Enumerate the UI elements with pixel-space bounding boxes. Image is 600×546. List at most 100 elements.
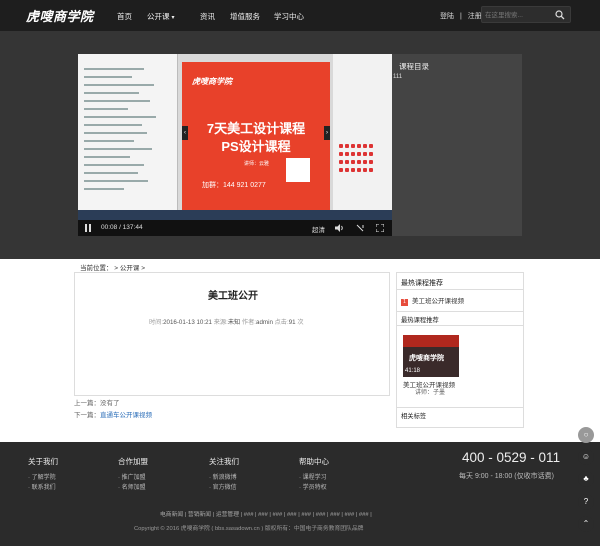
nav-home[interactable]: 首页: [117, 11, 132, 22]
heart-icon: [369, 160, 373, 164]
pause-icon[interactable]: [85, 224, 92, 232]
next-article-link[interactable]: 直通车公开课视频: [100, 412, 152, 419]
hot-course-label: 美工班公开课视频: [412, 298, 464, 305]
meta-author-label: 作者:: [241, 319, 257, 326]
heart-icon: [351, 144, 355, 148]
thumbnail-banner: [403, 335, 459, 347]
video-screen[interactable]: 虎嗖商学院 7天美工设计课程 PS设计课程 讲师：云雅 加群：144 921 0…: [78, 54, 392, 220]
tree-line: [84, 84, 154, 86]
slide-phone: 加群：144 921 0277: [202, 182, 266, 189]
footer-link[interactable]: · 新浪微博: [209, 473, 239, 483]
tree-line: [84, 180, 148, 182]
footer-link[interactable]: · 课程学习: [299, 473, 329, 483]
footer-link[interactable]: · 学员特权: [299, 483, 329, 493]
thumbnail-brand: 虎嗖商学院: [409, 355, 444, 362]
rank-badge: 1: [401, 299, 408, 306]
hot-course-item[interactable]: 1 美工班公开课视频: [401, 295, 464, 306]
heart-icon: [369, 168, 373, 172]
article-meta: 时间:2016-01-13 10:21 来源:未知 作者:admin 点击:91…: [149, 317, 304, 326]
nav-value-added[interactable]: 增值服务: [230, 11, 260, 22]
video-taskbar: [78, 210, 392, 220]
catalog-title: 课程目录: [399, 62, 429, 71]
account-separator: |: [459, 13, 462, 20]
slide-prev-arrow-icon[interactable]: ‹: [182, 126, 188, 140]
heart-icon: [363, 144, 367, 148]
scroll-top-float-icon[interactable]: ○: [578, 427, 594, 443]
meta-source: 未知: [227, 319, 241, 326]
tree-line: [84, 172, 138, 174]
heart-icon: [357, 168, 361, 172]
heart-icon: [351, 168, 355, 172]
tree-line: [84, 156, 130, 158]
article-title: 美工班公开: [208, 291, 258, 302]
volume-icon[interactable]: [335, 224, 344, 232]
footer-col-title: 关于我们: [28, 457, 58, 466]
heart-icon: [369, 144, 373, 148]
heart-icon: [357, 152, 361, 156]
meta-views-label: 点击:: [274, 319, 289, 326]
tree-line: [84, 92, 139, 94]
register-link[interactable]: 注册: [468, 13, 482, 20]
recommend-title: 最热课程推荐: [401, 317, 439, 324]
course-catalog: 课程目录 111: [392, 54, 522, 236]
nav-learning-center[interactable]: 学习中心: [274, 11, 304, 22]
footer-links-row[interactable]: 电商新闻 | 营销新闻 | 运营管理 | ### | ### | ### | #…: [0, 509, 600, 518]
meta-views-unit: 次: [297, 319, 304, 326]
heart-icon: [339, 152, 343, 156]
heart-icon: [363, 168, 367, 172]
heart-icon: [369, 152, 373, 156]
slide-next-arrow-icon[interactable]: ›: [324, 126, 330, 140]
fullscreen-icon[interactable]: [376, 224, 384, 232]
account-links: 登陆 | 注册: [440, 11, 482, 21]
footer-col-partner: 合作加盟 · 推广加盟 · 名师加盟: [118, 456, 148, 493]
video-player[interactable]: 虎嗖商学院 7天美工设计课程 PS设计课程 讲师：云雅 加群：144 921 0…: [78, 54, 392, 236]
top-navbar: 虎嗖商学院 首页 公开课 ▾ 资讯 增值服务 学习中心 登陆 | 注册: [0, 0, 600, 31]
divider: [397, 325, 523, 326]
tree-line: [84, 188, 124, 190]
catalog-item[interactable]: 111: [393, 74, 402, 80]
heart-icon: [351, 160, 355, 164]
footer-link[interactable]: · 推广加盟: [118, 473, 148, 483]
quality-button[interactable]: 超清: [312, 224, 325, 234]
video-time: 00:08 / 137:44: [101, 224, 143, 231]
heart-icon: [345, 160, 349, 164]
nav-news[interactable]: 资讯: [200, 11, 215, 22]
meta-author: admin: [256, 319, 273, 326]
prev-article: 上一篇：没有了: [74, 397, 120, 407]
login-link[interactable]: 登陆: [440, 13, 454, 20]
slide-title-1: 7天美工设计课程: [206, 121, 306, 136]
footer-link[interactable]: · 名师加盟: [118, 483, 148, 493]
divider: [397, 407, 523, 408]
next-icon[interactable]: [356, 224, 364, 232]
tree-line: [84, 140, 134, 142]
hot-courses-title: 最热课程推荐: [401, 280, 443, 287]
chat-icon[interactable]: ☺: [578, 449, 594, 465]
help-icon[interactable]: ?: [578, 494, 594, 510]
prev-label: 上一篇：: [74, 400, 100, 407]
search-icon[interactable]: [555, 10, 565, 20]
heart-icon: [351, 152, 355, 156]
footer-col-title: 帮助中心: [299, 457, 329, 466]
site-logo[interactable]: 虎嗖商学院: [26, 6, 94, 25]
course-thumbnail[interactable]: 虎嗖商学院 41:18: [403, 335, 459, 377]
nav-open-course[interactable]: 公开课 ▾: [147, 11, 175, 22]
footer-link[interactable]: · 了解学院: [28, 473, 58, 483]
search-box: [481, 6, 571, 23]
divider: [397, 311, 523, 312]
footer-link[interactable]: · 官方微信: [209, 483, 239, 493]
footer-link[interactable]: · 联系我们: [28, 483, 58, 493]
heart-icon: [357, 160, 361, 164]
tree-line: [84, 148, 152, 150]
heart-icon: [363, 160, 367, 164]
hotline-number: 400 - 0529 - 011: [462, 450, 561, 465]
footer-col-about: 关于我们 · 了解学院 · 联系我们: [28, 456, 58, 493]
qq-icon[interactable]: ♣: [578, 471, 594, 487]
chevron-down-icon: ▾: [171, 15, 175, 21]
back-to-top-icon[interactable]: ⌃: [578, 516, 594, 532]
video-desktop-right-panel: [333, 54, 392, 220]
next-article: 下一篇：直通车公开课视频: [74, 409, 152, 419]
tree-line: [84, 124, 142, 126]
footer-col-help: 帮助中心 · 课程学习 · 学员特权: [299, 456, 329, 493]
heart-icon: [339, 144, 343, 148]
search-input[interactable]: [485, 9, 555, 21]
